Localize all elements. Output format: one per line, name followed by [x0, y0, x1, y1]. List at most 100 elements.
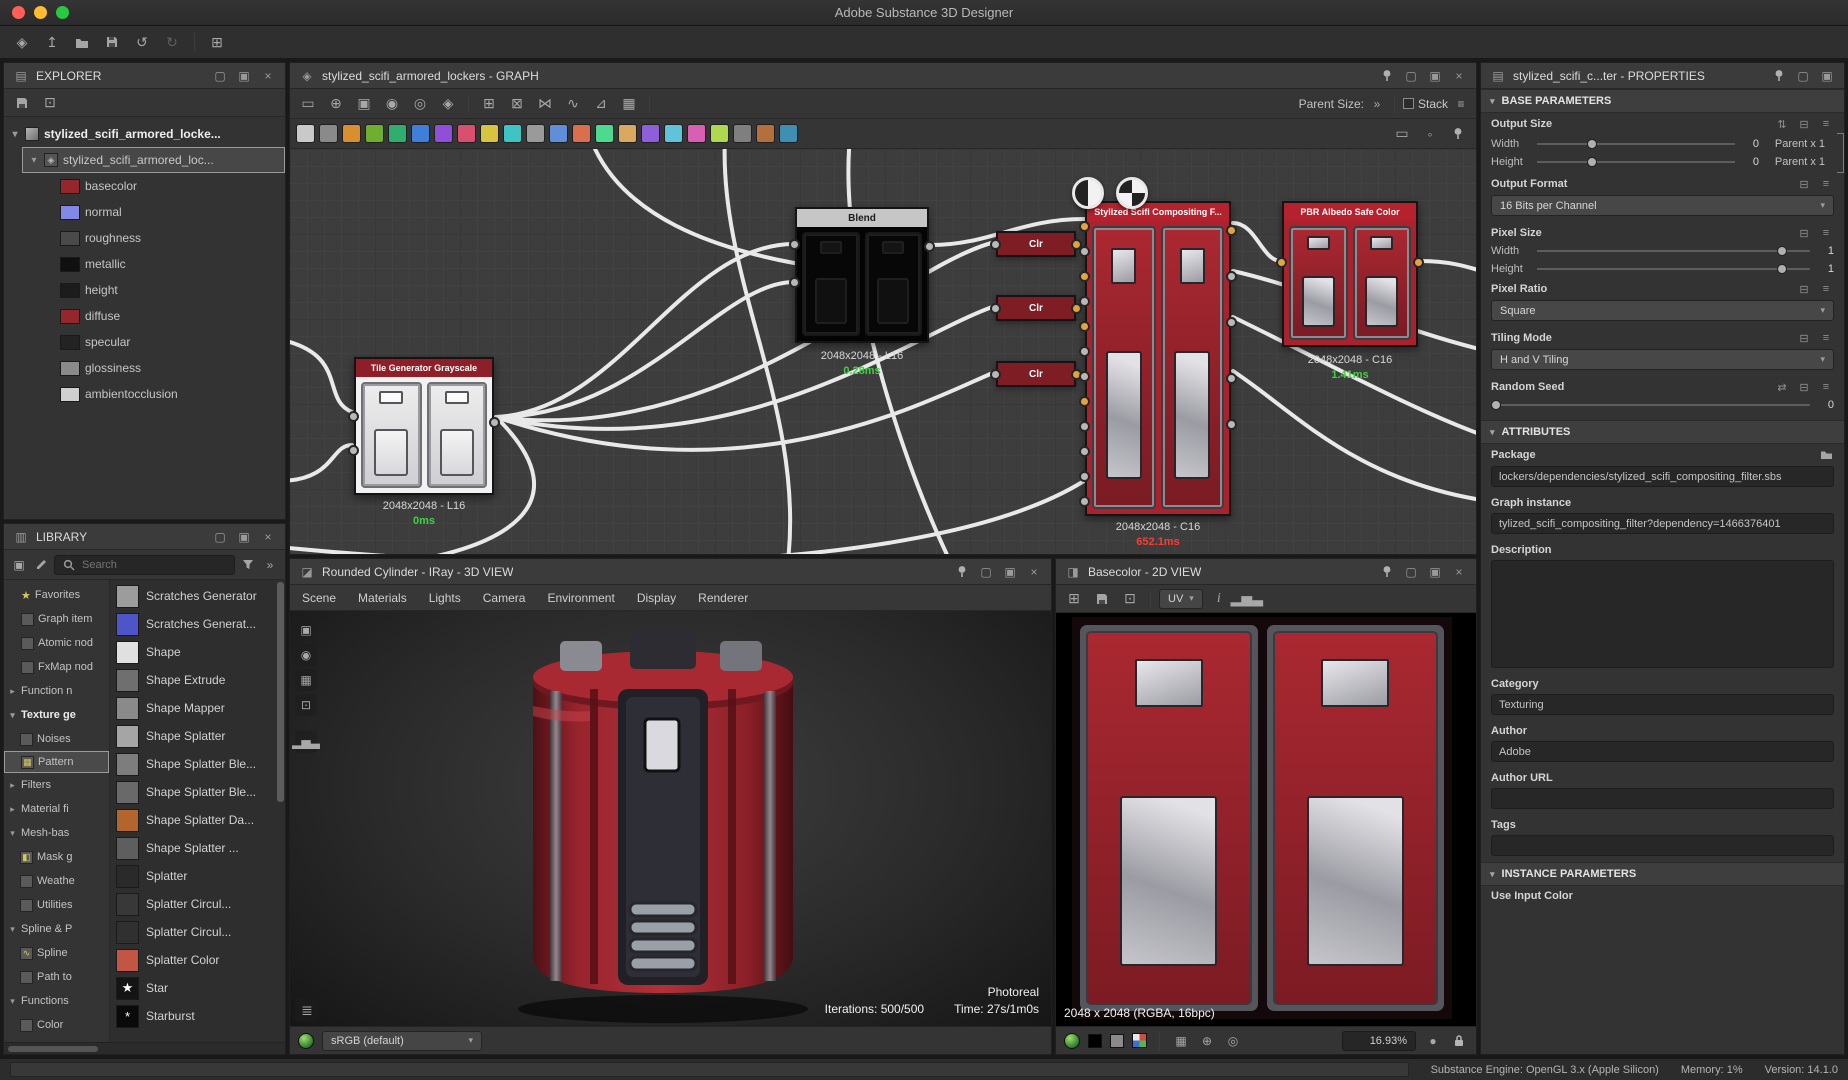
align-nodes-icon[interactable]: ⊞	[477, 92, 501, 116]
output-connector[interactable]	[1226, 271, 1237, 282]
emboss-node-icon[interactable]	[687, 124, 706, 143]
close-panel-icon[interactable]: ×	[259, 528, 277, 546]
maximize-panel-icon[interactable]: ▣	[1818, 67, 1836, 85]
random-seed-slider[interactable]	[1491, 398, 1810, 412]
pointer-tool-icon[interactable]: ▭	[296, 92, 320, 116]
collapse-caret-icon[interactable]: ▾	[29, 155, 39, 166]
input-connector[interactable]	[1079, 471, 1090, 482]
base-parameters-section-header[interactable]: ▾ BASE PARAMETERS	[1481, 89, 1844, 113]
explorer-output-basecolor[interactable]: basecolor	[4, 173, 285, 199]
library-item[interactable]: Shape Splatter Da...	[114, 806, 275, 834]
color-picker-icon[interactable]: ◉	[380, 92, 404, 116]
shape-node-icon[interactable]	[733, 124, 752, 143]
explorer-output-ambientocclusion[interactable]: ambientocclusion	[4, 381, 285, 407]
height-to-normal-node-icon[interactable]	[618, 124, 637, 143]
collapse-caret-icon[interactable]: ▾	[8, 924, 17, 935]
view2d-canvas[interactable]: 2048 x 2048 (RGBA, 16bpc)	[1056, 613, 1476, 1026]
output-connector[interactable]	[1226, 419, 1237, 430]
export-image-icon[interactable]: ⊞	[1062, 587, 1086, 611]
stack-checkbox[interactable]	[1403, 98, 1414, 109]
menu-environment[interactable]: Environment	[547, 591, 614, 605]
explorer-output-diffuse[interactable]: diffuse	[4, 303, 285, 329]
colorspace-select[interactable]: sRGB (default) ▾	[322, 1031, 482, 1051]
input-connector[interactable]	[1079, 271, 1090, 282]
render-region-icon[interactable]: ⊡	[295, 694, 317, 716]
explorer-output-height[interactable]: height	[4, 277, 285, 303]
expand-caret-icon[interactable]: ▸	[8, 686, 17, 697]
explorer-graph-row[interactable]: ▾ ◈ stylized_scifi_armored_loc...	[22, 147, 285, 173]
maximize-panel-icon[interactable]: ▣	[1001, 563, 1019, 581]
output-width-unit[interactable]: Parent x 1	[1767, 138, 1825, 150]
float-panel-icon[interactable]: ▢	[1402, 563, 1420, 581]
output-width-slider[interactable]	[1537, 137, 1735, 151]
graph-canvas[interactable]: Tile Generator Grayscale 2048x2048 -	[290, 149, 1476, 554]
library-item[interactable]: Shape Splatter	[114, 722, 275, 750]
comment-icon[interactable]: ▭	[1390, 122, 1414, 146]
float-panel-icon[interactable]: ▢	[977, 563, 995, 581]
curve-node-icon[interactable]	[411, 124, 430, 143]
library-category-texture-generators[interactable]: ▾Texture ge	[4, 703, 109, 727]
view3d-canvas[interactable]: ▣ ◉ ▦ ⊡ ▂▅▃	[290, 611, 1051, 1026]
input-connector[interactable]	[348, 411, 359, 422]
pixel-processor-node-icon[interactable]	[756, 124, 775, 143]
float-panel-icon[interactable]: ▢	[211, 67, 229, 85]
close-panel-icon[interactable]: ×	[259, 67, 277, 85]
uv-mode-select[interactable]: UV ▾	[1159, 589, 1203, 609]
function-icon[interactable]: ⊟	[1796, 282, 1812, 296]
library-category-atomic-nodes[interactable]: Atomic nod	[4, 631, 109, 655]
compare-toggle-icon[interactable]	[1116, 177, 1148, 209]
background-gray-swatch[interactable]	[1110, 1034, 1124, 1048]
library-category-mesh-based[interactable]: ▾Mesh-bas	[4, 821, 109, 845]
library-search[interactable]	[54, 555, 235, 575]
material-ball-icon[interactable]	[1064, 1033, 1080, 1049]
explorer-output-specular[interactable]: specular	[4, 329, 285, 355]
display-options-icon[interactable]: ≣	[295, 998, 319, 1022]
author-field[interactable]: Adobe	[1491, 741, 1834, 762]
library-search-input[interactable]	[82, 559, 229, 571]
function-icon[interactable]: ⊟	[1796, 117, 1812, 131]
camera-icon[interactable]: ▣	[295, 619, 317, 641]
zoom-reset-icon[interactable]: ●	[1424, 1032, 1442, 1050]
directional-blur-node-icon[interactable]	[480, 124, 499, 143]
screenshot-icon[interactable]: ▣	[352, 92, 376, 116]
blend-node-icon[interactable]	[319, 124, 338, 143]
transform-node-icon[interactable]	[549, 124, 568, 143]
parameter-menu-icon[interactable]: ≡	[1818, 380, 1834, 394]
input-connector[interactable]	[348, 445, 359, 456]
library-item[interactable]: *Starburst	[114, 1002, 275, 1030]
zoom-level-field[interactable]: 16.93%	[1342, 1031, 1416, 1051]
save-image-icon[interactable]	[1090, 587, 1114, 611]
light-icon[interactable]: ◉	[295, 644, 317, 666]
library-category-filters[interactable]: ▸Filters	[4, 773, 109, 797]
grid-display-icon[interactable]: ▦	[617, 92, 641, 116]
function-icon[interactable]: ⊟	[1796, 331, 1812, 345]
input-connector[interactable]	[990, 239, 1001, 250]
pin-panel-icon[interactable]	[1378, 67, 1396, 85]
collapse-caret-icon[interactable]: ▾	[8, 828, 17, 839]
collapse-caret-icon[interactable]: ▾	[8, 996, 17, 1007]
parameter-menu-icon[interactable]: ≡	[1818, 226, 1834, 240]
menu-scene[interactable]: Scene	[302, 591, 336, 605]
gradient-map-node-icon[interactable]	[365, 124, 384, 143]
input-connector[interactable]	[990, 369, 1001, 380]
input-connector[interactable]	[1079, 221, 1090, 232]
warp-node-icon[interactable]	[503, 124, 522, 143]
output-height-slider[interactable]	[1537, 155, 1735, 169]
library-category-mask-generators[interactable]: ◧Mask g	[4, 845, 109, 869]
instance-parameters-section-header[interactable]: ▾ INSTANCE PARAMETERS	[1481, 862, 1844, 886]
maximize-panel-icon[interactable]: ▣	[235, 67, 253, 85]
library-category-spline-path[interactable]: ▾Spline & P	[4, 917, 109, 941]
library-item[interactable]: Shape Splatter Ble...	[114, 778, 275, 806]
relative-to-parent-icon[interactable]: ⇅	[1774, 117, 1790, 131]
menu-materials[interactable]: Materials	[358, 591, 407, 605]
library-item[interactable]: ★Star	[114, 974, 275, 1002]
curvature-node-icon[interactable]	[641, 124, 660, 143]
author-url-field[interactable]	[1491, 788, 1834, 809]
function-icon[interactable]: ⊟	[1796, 226, 1812, 240]
output-connector[interactable]	[1413, 257, 1424, 268]
explorer-output-normal[interactable]: normal	[4, 199, 285, 225]
fit-view-icon[interactable]: ⊕	[1198, 1032, 1216, 1050]
input-connector[interactable]	[1079, 396, 1090, 407]
explorer-package-row[interactable]: ▾ stylized_scifi_armored_locke...	[4, 121, 285, 147]
output-connector[interactable]	[489, 417, 500, 428]
